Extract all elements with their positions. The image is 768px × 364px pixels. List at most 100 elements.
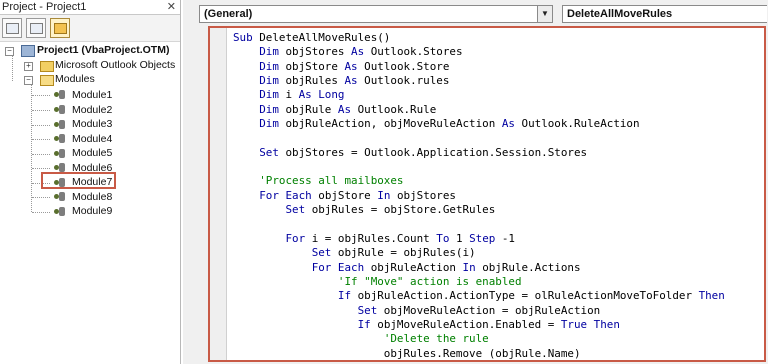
tree-item-modules[interactable]: Modules <box>55 72 95 86</box>
code-line[interactable]: Dim objRules As Outlook.rules <box>233 74 764 88</box>
code-keyword: As <box>344 59 358 73</box>
module-icon <box>54 90 66 100</box>
code-line[interactable]: Set objRule = objRules(i) <box>233 246 764 260</box>
code-text-span <box>233 45 259 58</box>
code-window: (General) ▼ DeleteAllMoveRules Sub Delet… <box>183 0 768 364</box>
code-text-span <box>233 318 358 331</box>
code-line[interactable]: Set objRules = objStore.GetRules <box>233 203 764 217</box>
code-text-span <box>233 103 259 116</box>
code-keyword: If <box>357 317 371 331</box>
code-text-span: DeleteAllMoveRules() <box>252 31 391 44</box>
code-text-span: objRuleAction.ActionType = olRuleActionM… <box>351 289 699 303</box>
code-text-span <box>233 88 259 101</box>
code-line[interactable]: Dim objStores As Outlook.Stores <box>233 45 764 59</box>
code-keyword: Dim <box>259 45 279 59</box>
code-line[interactable]: 'Process all mailboxes <box>233 174 764 188</box>
code-keyword: If <box>337 289 352 303</box>
code-line[interactable] <box>233 160 764 174</box>
tree-item-module[interactable]: Module9 <box>72 204 112 218</box>
code-line[interactable]: Dim objStore As Outlook.Store <box>233 60 764 74</box>
code-keyword: In <box>462 260 476 274</box>
code-margin <box>210 28 227 360</box>
code-keyword: Set <box>357 303 378 317</box>
tree-item-module[interactable]: Module2 <box>72 103 112 117</box>
code-line[interactable] <box>233 131 764 145</box>
code-keyword: Dim <box>259 88 279 102</box>
procedure-dropdown-value: DeleteAllMoveRules <box>567 8 673 20</box>
project-collapse-toggle[interactable]: − <box>5 47 14 56</box>
code-keyword: As <box>351 45 365 59</box>
tree-item-module[interactable]: Module4 <box>72 132 112 146</box>
view-code-icon <box>6 23 19 34</box>
code-line[interactable]: Sub DeleteAllMoveRules() <box>233 31 764 45</box>
code-text-span: objRule <box>278 102 338 116</box>
outlook-objects-expand-toggle[interactable]: + <box>24 62 33 71</box>
code-line[interactable] <box>233 217 764 231</box>
tree-item-project[interactable]: Project1 (VbaProject.OTM) <box>37 43 169 57</box>
chevron-down-icon[interactable]: ▼ <box>537 6 552 22</box>
code-line[interactable]: If objMoveRuleAction.Enabled = True Then <box>233 318 764 332</box>
code-text-span: objStores <box>278 45 352 59</box>
code-line[interactable]: If objRuleAction.ActionType = olRuleActi… <box>233 289 764 303</box>
code-keyword: Sub <box>233 31 253 44</box>
tree-item-module[interactable]: Module8 <box>72 190 112 204</box>
code-line[interactable]: For i = objRules.Count To 1 Step -1 <box>233 232 764 246</box>
code-text-span: i <box>278 88 299 102</box>
code-text-span: 1 <box>449 231 470 245</box>
module-icon <box>54 192 66 202</box>
code-text-span: objRule.Actions <box>475 260 581 274</box>
code-line[interactable]: Dim objRule As Outlook.Rule <box>233 103 764 117</box>
view-object-button[interactable] <box>26 18 46 38</box>
tree-item-module[interactable]: Module3 <box>72 117 112 131</box>
project-pane-toolbar <box>0 15 180 42</box>
code-text-span <box>233 289 338 302</box>
toggle-folders-button[interactable] <box>50 18 70 38</box>
object-dropdown-value: (General) <box>204 8 253 20</box>
view-object-icon <box>30 23 43 34</box>
tree-line <box>32 168 50 169</box>
code-editor[interactable]: Sub DeleteAllMoveRules() Dim objStores A… <box>208 26 766 362</box>
code-keyword: Set <box>311 246 332 260</box>
tree-line <box>31 85 32 212</box>
project-explorer-pane: Project - Project1 ✕ − Project1 (VbaProj… <box>0 0 181 364</box>
selected-module-highlight <box>41 172 116 189</box>
close-icon[interactable]: ✕ <box>167 0 176 14</box>
folder-icon <box>54 23 67 34</box>
module-icon <box>54 134 66 144</box>
tree-line <box>12 55 13 81</box>
code-text-span: Outlook.Store <box>357 59 450 73</box>
code-text-span: objRuleAction, objMoveRuleAction <box>278 117 502 131</box>
code-keyword: As <box>344 74 358 88</box>
code-line[interactable]: 'If "Move" action is enabled <box>233 275 764 289</box>
code-line[interactable]: Set objStores = Outlook.Application.Sess… <box>233 146 764 160</box>
project-pane-title: Project - Project1 <box>2 1 87 13</box>
code-text-span <box>233 232 285 245</box>
tree-item-module[interactable]: Module5 <box>72 146 112 160</box>
code-keyword: For <box>285 231 306 245</box>
code-line[interactable]: For Each objRuleAction In objRule.Action… <box>233 261 764 275</box>
module-icon <box>54 105 66 115</box>
tree-item-outlook-objects[interactable]: Microsoft Outlook Objects <box>55 58 175 72</box>
object-dropdown[interactable]: (General) ▼ <box>199 5 553 23</box>
code-text-span: objMoveRuleAction.Enabled = <box>370 317 561 331</box>
code-line[interactable]: 'Delete the rule <box>233 332 764 346</box>
tree-line <box>32 125 50 126</box>
code-line[interactable]: Set objMoveRuleAction = objRuleAction <box>233 304 764 318</box>
code-comment: 'Delete the rule <box>383 332 489 346</box>
code-text-span <box>233 304 358 317</box>
code-text-span <box>233 174 259 187</box>
tree-item-module[interactable]: Module1 <box>72 88 112 102</box>
procedure-dropdown[interactable]: DeleteAllMoveRules <box>562 5 767 23</box>
code-line[interactable]: objRules.Remove (objRule.Name) <box>233 347 764 360</box>
code-text-span <box>233 60 259 73</box>
code-text-span <box>233 74 259 87</box>
code-text-span: objRules <box>278 74 345 88</box>
tree-line <box>32 110 50 111</box>
code-line[interactable]: Dim objRuleAction, objMoveRuleAction As … <box>233 117 764 131</box>
code-line[interactable]: Dim i As Long <box>233 88 764 102</box>
code-text[interactable]: Sub DeleteAllMoveRules() Dim objStores A… <box>233 31 764 360</box>
code-line[interactable]: For Each objStore In objStores <box>233 189 764 203</box>
code-text-span: objStores <box>390 188 456 202</box>
modules-collapse-toggle[interactable]: − <box>24 76 33 85</box>
view-code-button[interactable] <box>2 18 22 38</box>
